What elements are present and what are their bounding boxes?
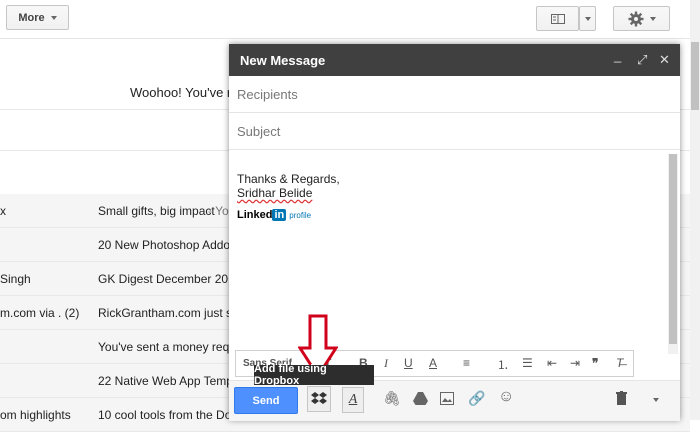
dropbox-tooltip: Add file using Dropbox [254,363,374,387]
page-scrollbar[interactable] [690,0,700,420]
body-scrollbar[interactable] [668,154,678,354]
body-scroll-thumb[interactable] [669,154,677,344]
mail-subject: Small gifts, big impact [98,204,215,218]
remove-formatting-icon[interactable]: T̶ [616,356,623,370]
expand-icon[interactable]: ⤢ [637,52,647,68]
numbered-list-icon[interactable]: ⒈ [497,356,509,373]
close-icon[interactable]: ✕ [659,52,670,68]
split-view-dropdown[interactable] [579,6,596,31]
indent-less-icon[interactable]: ⇤ [547,356,557,370]
linkedin-profile: profile [289,211,312,220]
italic-icon[interactable]: I [384,356,388,371]
emoji-icon[interactable]: ☺ [498,388,514,406]
mail-sender: m.com via . (2) [0,306,80,320]
compose-title: New Message [240,53,326,68]
more-options-icon[interactable] [653,398,659,402]
mail-subject: 22 Native Web App Templ [98,374,236,388]
mail-subject: GK Digest December 2015 [98,272,242,286]
dropbox-icon [311,392,327,404]
mail-sender: x [0,204,6,218]
underline-icon[interactable]: U [404,356,413,370]
more-label: More [18,11,45,24]
gear-icon [628,11,643,26]
trash-icon[interactable] [616,391,627,405]
link-icon[interactable]: 🔗 [468,390,485,407]
recipients-placeholder: Recipients [237,87,298,102]
indent-more-icon[interactable]: ⇥ [570,356,580,370]
split-view-icon [550,13,565,24]
more-button[interactable]: More [6,5,69,30]
dropbox-button[interactable] [307,386,331,412]
signature-line-1: Thanks & Regards, [237,172,340,186]
align-icon[interactable]: ≡ [463,356,470,370]
linkedin-badge[interactable]: Linked in profile [237,208,340,223]
mail-snippet: - Yo [208,204,229,218]
minimize-icon[interactable]: _ [614,48,621,63]
text-color-icon[interactable]: A [429,356,437,370]
chevron-down-icon [50,15,57,20]
split-view-button[interactable] [536,6,579,31]
chevron-down-icon [649,16,656,21]
toolbar: More [0,0,690,39]
mail-sender: Singh [0,272,31,286]
bulleted-list-icon[interactable]: ☰ [522,356,533,370]
linkedin-text: Linked [237,209,273,221]
drive-icon[interactable] [413,392,428,405]
scroll-thumb[interactable] [691,42,699,110]
chevron-down-icon [584,16,591,21]
send-button[interactable]: Send [234,387,298,414]
compose-header[interactable]: New Message _ ⤢ ✕ [229,44,680,76]
subject-placeholder: Subject [237,124,281,139]
mail-subject: You've sent a money requ [98,340,236,354]
formatting-toggle[interactable]: A [342,387,364,413]
mail-subject: RickGrantham.com just se [98,306,239,320]
quote-icon[interactable]: ❞ [592,356,598,370]
photo-icon[interactable] [440,392,454,405]
settings-button[interactable] [613,6,670,31]
attach-icon[interactable]: 🖇 [383,390,401,407]
recipients-field[interactable]: Recipients [229,76,680,113]
subject-field[interactable]: Subject [229,113,680,150]
linkedin-in: in [272,209,287,221]
signature-line-2: Sridhar Belide [237,186,313,200]
message-body[interactable]: Thanks & Regards, Sridhar Belide Linked i… [237,172,340,223]
mail-subject: 20 New Photoshop Addon [98,238,237,252]
